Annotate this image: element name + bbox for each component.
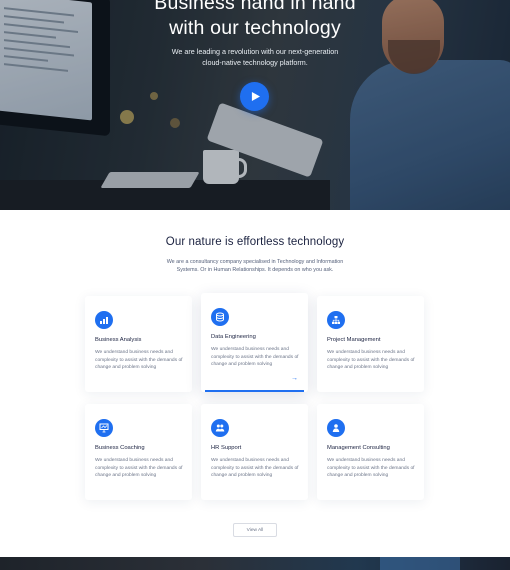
card-text: We understand business needs and complex…: [95, 350, 183, 371]
next-section-image: [0, 557, 510, 570]
coaching-icon: [95, 419, 113, 437]
chart-icon: [95, 311, 113, 329]
card-title: Management Consulting: [327, 445, 390, 451]
card-title: Business Coaching: [95, 445, 145, 451]
view-all-button[interactable]: View All: [233, 523, 277, 537]
section-title: Our nature is effortless technology: [165, 236, 345, 248]
play-icon: [251, 92, 260, 101]
database-icon: [211, 308, 229, 326]
card-text: We understand business needs and complex…: [211, 458, 299, 479]
section-description: We are a consultancy company specialised…: [166, 259, 344, 274]
service-card-management-consulting[interactable]: Management Consulting We understand busi…: [317, 404, 424, 500]
consulting-icon: [327, 419, 345, 437]
hero-subtitle: We are leading a revolution with our nex…: [171, 47, 339, 67]
service-card-business-coaching[interactable]: Business Coaching We understand business…: [85, 404, 192, 500]
service-card-business-analysis[interactable]: Business Analysis We understand business…: [85, 296, 192, 392]
service-card-project-management[interactable]: Project Management We understand busines…: [317, 296, 424, 392]
play-video-button[interactable]: [240, 82, 269, 111]
card-title: Business Analysis: [95, 337, 142, 343]
service-card-hr-support[interactable]: HR Support We understand business needs …: [201, 404, 308, 500]
card-title: HR Support: [211, 445, 242, 451]
card-text: We understand business needs and complex…: [327, 350, 415, 371]
service-card-data-engineering[interactable]: Data Engineering We understand business …: [201, 293, 308, 392]
hero-banner: Business hand in hand with our technolog…: [0, 0, 510, 210]
card-title: Project Management: [327, 337, 381, 343]
card-text: We understand business needs and complex…: [95, 458, 183, 479]
card-text: We understand business needs and complex…: [327, 458, 415, 479]
people-icon: [211, 419, 229, 437]
arrow-right-icon[interactable]: →: [291, 375, 298, 382]
card-title: Data Engineering: [211, 334, 256, 340]
hero-title: Business hand in hand with our technolog…: [154, 0, 356, 39]
card-text: We understand business needs and complex…: [211, 347, 299, 368]
org-chart-icon: [327, 311, 345, 329]
